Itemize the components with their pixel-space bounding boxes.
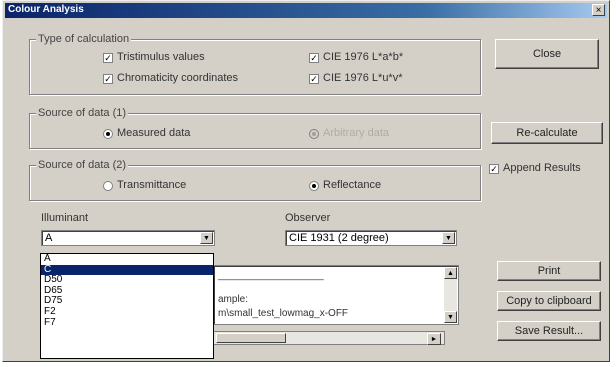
- close-button[interactable]: Close: [495, 39, 599, 69]
- observer-value: CIE 1931 (2 degree): [289, 232, 389, 244]
- append-results-checkbox[interactable]: ✓: [489, 164, 499, 174]
- window-close-button[interactable]: ×: [592, 4, 605, 16]
- illuminant-select[interactable]: A ▼: [41, 230, 215, 246]
- results-vertical-scrollbar[interactable]: ▲ ▼: [444, 267, 457, 323]
- illuminant-option[interactable]: D75: [41, 296, 213, 307]
- cie-lab-label: CIE 1976 L*a*b*: [323, 51, 404, 63]
- illuminant-label: Illuminant: [41, 212, 89, 224]
- reflectance-label: Reflectance: [323, 179, 382, 191]
- calculation-type-legend: Type of calculation: [36, 33, 132, 45]
- transmittance-label: Transmittance: [117, 179, 187, 191]
- source-data-1-legend: Source of data (1): [36, 107, 129, 119]
- tristimulus-label: Tristimulus values: [117, 51, 205, 63]
- cie-lab-checkbox[interactable]: ✓: [309, 53, 319, 63]
- cie-luv-label: CIE 1976 L*u*v*: [323, 72, 403, 84]
- source-data-2-legend: Source of data (2): [36, 159, 129, 171]
- illuminant-dropdown-list[interactable]: A C D50 D65 D75 F2 F7: [40, 253, 214, 359]
- save-result-button[interactable]: Save Result...: [497, 321, 601, 341]
- measured-data-label: Measured data: [117, 127, 191, 139]
- tristimulus-checkbox[interactable]: ✓: [103, 53, 113, 63]
- source-data-1-group: Source of data (1): [29, 107, 481, 149]
- window-title: Colour Analysis: [8, 4, 84, 15]
- reflectance-radio[interactable]: [309, 181, 319, 191]
- calculation-type-group: Type of calculation: [29, 33, 481, 95]
- results-horizontal-scrollbar[interactable]: [213, 331, 445, 345]
- recalculate-button[interactable]: Re-calculate: [491, 122, 603, 144]
- illuminant-option[interactable]: F7: [41, 317, 213, 329]
- print-button[interactable]: Print: [497, 261, 601, 281]
- scroll-down-icon[interactable]: ▼: [444, 311, 457, 323]
- append-results-label: Append Results: [503, 162, 581, 174]
- scroll-right-icon[interactable]: ►: [427, 333, 441, 345]
- transmittance-radio[interactable]: [103, 181, 113, 191]
- observer-label: Observer: [285, 212, 331, 224]
- scroll-up-icon[interactable]: ▲: [444, 267, 457, 279]
- illuminant-option[interactable]: F2: [41, 307, 213, 318]
- illuminant-option-highlighted[interactable]: C: [41, 264, 213, 276]
- results-line-1: ___________________: [218, 270, 324, 281]
- results-line-3: m\small_test_lowmag_x-OFF: [218, 308, 349, 319]
- observer-select[interactable]: CIE 1931 (2 degree) ▼: [285, 230, 457, 246]
- results-line-2: ample:: [218, 294, 249, 305]
- observer-dropdown-arrow-icon[interactable]: ▼: [442, 232, 455, 244]
- illuminant-option[interactable]: A: [41, 254, 213, 265]
- horizontal-scroll-thumb[interactable]: [216, 333, 286, 343]
- chromaticity-checkbox[interactable]: ✓: [103, 74, 113, 84]
- illuminant-dropdown-arrow-icon[interactable]: ▼: [200, 232, 213, 244]
- copy-to-clipboard-button[interactable]: Copy to clipboard: [497, 291, 601, 311]
- results-text-area[interactable]: ___________________ ample: m\small_test_…: [213, 265, 459, 325]
- arbitrary-data-radio: [309, 129, 319, 139]
- source-data-2-group: Source of data (2): [29, 159, 481, 201]
- title-bar[interactable]: Colour Analysis ×: [5, 3, 607, 18]
- illuminant-option[interactable]: D50: [41, 275, 213, 286]
- cie-luv-checkbox[interactable]: ✓: [309, 74, 319, 84]
- measured-data-radio[interactable]: [103, 129, 113, 139]
- illuminant-value: A: [45, 232, 53, 244]
- chromaticity-label: Chromaticity coordinates: [117, 72, 239, 84]
- arbitrary-data-label: Arbitrary data: [323, 127, 390, 139]
- illuminant-option[interactable]: D65: [41, 285, 213, 297]
